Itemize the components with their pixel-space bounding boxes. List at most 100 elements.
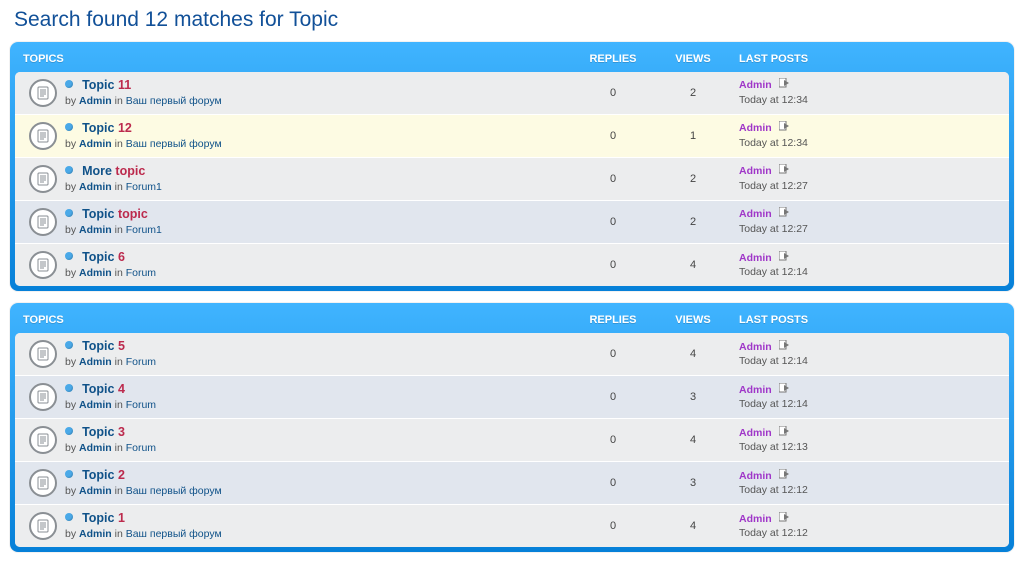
forum-link[interactable]: Ваш первый форум [126,138,222,150]
forum-link[interactable]: Forum [126,356,156,368]
rows-container: Topic 5 by Admin in Forum 0 4 Admin [15,333,1009,547]
author-link[interactable]: Admin [79,356,112,368]
last-post-time: Today at 12:27 [739,179,1003,193]
last-post-cell: Admin Today at 12:27 [733,207,1003,235]
last-poster-link[interactable]: Admin [739,79,772,91]
replies-count: 0 [573,520,653,532]
topic-meta: by Admin in Ваш первый форум [65,484,573,498]
goto-post-icon[interactable] [779,340,790,350]
topic-meta: by Admin in Ваш первый форум [65,527,573,541]
topic-row: Topic 6 by Admin in Forum 0 4 Admin [15,243,1009,286]
in-label: in [115,356,126,368]
goto-post-icon[interactable] [779,207,790,217]
last-post-cell: Admin Today at 12:14 [733,383,1003,411]
topic-row: Topic 11 by Admin in Ваш первый форум 0 … [15,72,1009,114]
col-header-topics: TOPICS [23,53,573,65]
topic-title-pre: Topic [82,511,114,525]
in-label: in [115,95,126,107]
goto-post-icon[interactable] [779,426,790,436]
col-header-replies: REPLIES [573,53,653,65]
in-label: in [115,138,126,150]
forum-link[interactable]: Ваш первый форум [126,528,222,540]
last-poster-link[interactable]: Admin [739,470,772,482]
by-label: by [65,267,79,279]
last-poster-link[interactable]: Admin [739,122,772,134]
topic-meta: by Admin in Forum [65,441,573,455]
unread-dot-icon [65,166,73,174]
document-icon [29,340,57,368]
unread-dot-icon [65,513,73,521]
goto-post-icon[interactable] [779,164,790,174]
by-label: by [65,399,79,411]
topic-row: Topic 12 by Admin in Ваш первый форум 0 … [15,114,1009,157]
forum-link[interactable]: Forum [126,267,156,279]
replies-count: 0 [573,87,653,99]
topic-title-keyword: topic [114,207,147,221]
topic-title-pre: Topic [82,425,114,439]
topic-link[interactable]: Topic 12 [82,121,132,135]
row-icon-cell [21,208,65,236]
last-poster-link[interactable]: Admin [739,165,772,177]
topic-link[interactable]: Topic 6 [82,250,125,264]
by-label: by [65,442,79,454]
forum-link[interactable]: Forum1 [126,181,162,193]
last-poster-link[interactable]: Admin [739,208,772,220]
last-post-time: Today at 12:12 [739,526,1003,540]
topic-link[interactable]: Topic 2 [82,468,125,482]
topic-row: Topic 4 by Admin in Forum 0 3 Admin [15,375,1009,418]
goto-post-icon[interactable] [779,469,790,479]
last-post-cell: Admin Today at 12:27 [733,164,1003,192]
topic-link[interactable]: More topic [82,164,145,178]
goto-post-icon[interactable] [779,512,790,522]
topic-link[interactable]: Topic topic [82,207,148,221]
author-link[interactable]: Admin [79,528,112,540]
topic-link[interactable]: Topic 5 [82,339,125,353]
forum-link[interactable]: Ваш первый форум [126,95,222,107]
author-link[interactable]: Admin [79,442,112,454]
document-icon [29,122,57,150]
forum-link[interactable]: Ваш первый форум [126,485,222,497]
last-post-cell: Admin Today at 12:34 [733,121,1003,149]
last-poster-link[interactable]: Admin [739,384,772,396]
topic-link[interactable]: Topic 3 [82,425,125,439]
topic-meta: by Admin in Ваш первый форум [65,94,573,108]
author-link[interactable]: Admin [79,224,112,236]
results-panel: TOPICS REPLIES VIEWS LAST POSTS Topic 11 [10,42,1014,291]
goto-post-icon[interactable] [779,251,790,261]
unread-dot-icon [65,427,73,435]
last-poster-link[interactable]: Admin [739,252,772,264]
topic-link[interactable]: Topic 11 [82,78,131,92]
topic-title-keyword: 12 [114,121,131,135]
last-post-time: Today at 12:14 [739,397,1003,411]
views-count: 4 [653,520,733,532]
last-post-time: Today at 12:34 [739,93,1003,107]
topic-title-pre: Topic [82,382,114,396]
views-count: 2 [653,87,733,99]
last-poster-link[interactable]: Admin [739,341,772,353]
col-header-views: VIEWS [653,314,733,326]
last-post-time: Today at 12:27 [739,222,1003,236]
goto-post-icon[interactable] [779,78,790,88]
author-link[interactable]: Admin [79,95,112,107]
row-icon-cell [21,469,65,497]
topic-link[interactable]: Topic 1 [82,511,125,525]
topic-title-pre: More [82,164,115,178]
forum-link[interactable]: Forum [126,442,156,454]
by-label: by [65,224,79,236]
author-link[interactable]: Admin [79,138,112,150]
goto-post-icon[interactable] [779,383,790,393]
author-link[interactable]: Admin [79,485,112,497]
col-header-views: VIEWS [653,53,733,65]
author-link[interactable]: Admin [79,181,112,193]
document-icon [29,469,57,497]
topic-link[interactable]: Topic 4 [82,382,125,396]
forum-link[interactable]: Forum [126,399,156,411]
goto-post-icon[interactable] [779,121,790,131]
last-poster-link[interactable]: Admin [739,427,772,439]
last-poster-link[interactable]: Admin [739,513,772,525]
author-link[interactable]: Admin [79,399,112,411]
author-link[interactable]: Admin [79,267,112,279]
in-label: in [115,485,126,497]
forum-link[interactable]: Forum1 [126,224,162,236]
topic-meta: by Admin in Forum [65,398,573,412]
